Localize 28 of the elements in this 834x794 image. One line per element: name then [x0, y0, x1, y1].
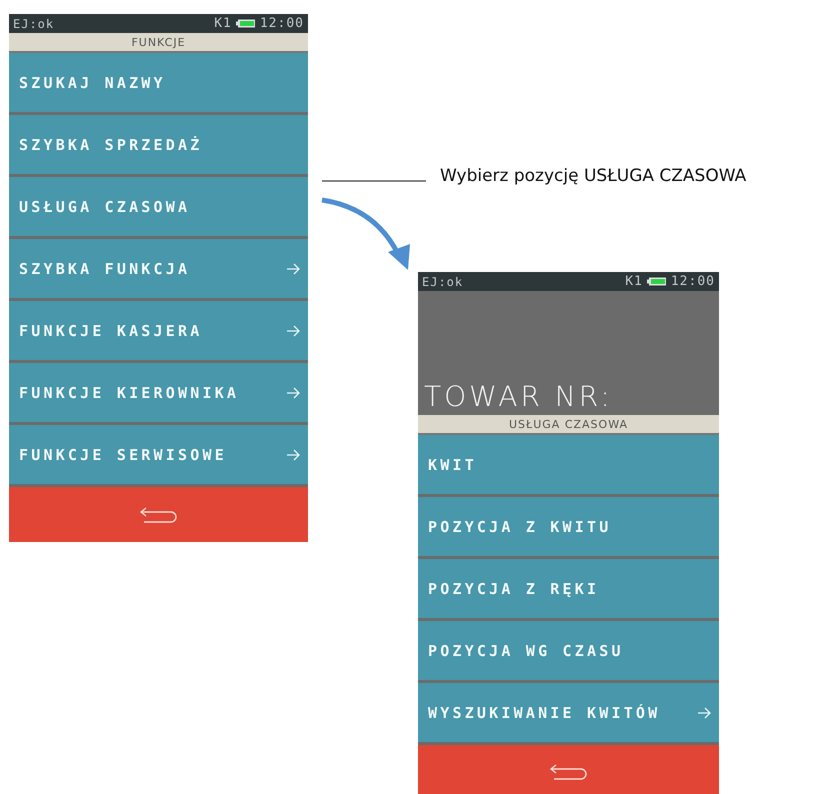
- display-prompt: TOWAR NR:: [424, 383, 613, 411]
- battery-icon: [646, 277, 667, 286]
- menu-item[interactable]: WYSZUKIWANIE KWITÓW: [418, 683, 719, 745]
- menu-item[interactable]: KWIT: [418, 435, 719, 497]
- channel-label: K1: [625, 274, 643, 289]
- screen-title: FUNKCJE: [9, 33, 308, 53]
- menu-item[interactable]: POZYCJA Z KWITU: [418, 497, 719, 559]
- callout-text: Wybierz pozycję USŁUGA CZASOWA: [440, 166, 746, 186]
- journal-status: EJ:ok: [13, 16, 54, 30]
- return-arrow-icon: [138, 506, 178, 524]
- clock-time: 12:00: [260, 16, 304, 31]
- back-button[interactable]: [418, 745, 719, 794]
- menu-item[interactable]: USŁUGA CZASOWA: [9, 177, 308, 239]
- menu-item[interactable]: FUNKCJE SERWISOWE: [9, 425, 308, 487]
- menu-item[interactable]: POZYCJA WG CZASU: [418, 621, 719, 683]
- menu-item[interactable]: POZYCJA Z RĘKI: [418, 559, 719, 621]
- return-arrow-icon: [548, 762, 588, 780]
- menu-item[interactable]: SZYBKA FUNKCJA: [9, 239, 308, 301]
- battery-icon: [236, 19, 256, 28]
- journal-status: EJ:ok: [422, 274, 464, 288]
- menu-item[interactable]: SZYBKA SPRZEDAŻ: [9, 115, 308, 177]
- menu-item[interactable]: FUNKCJE KASJERA: [9, 301, 308, 363]
- clock-time: 12:00: [670, 274, 715, 289]
- channel-label: K1: [214, 16, 232, 31]
- screen-title: USŁUGA CZASOWA: [418, 415, 719, 435]
- menu-item[interactable]: SZUKAJ NAZWY: [9, 53, 308, 115]
- menu-item[interactable]: FUNKCJE KIEROWNIKA: [9, 363, 308, 425]
- back-button[interactable]: [9, 487, 308, 542]
